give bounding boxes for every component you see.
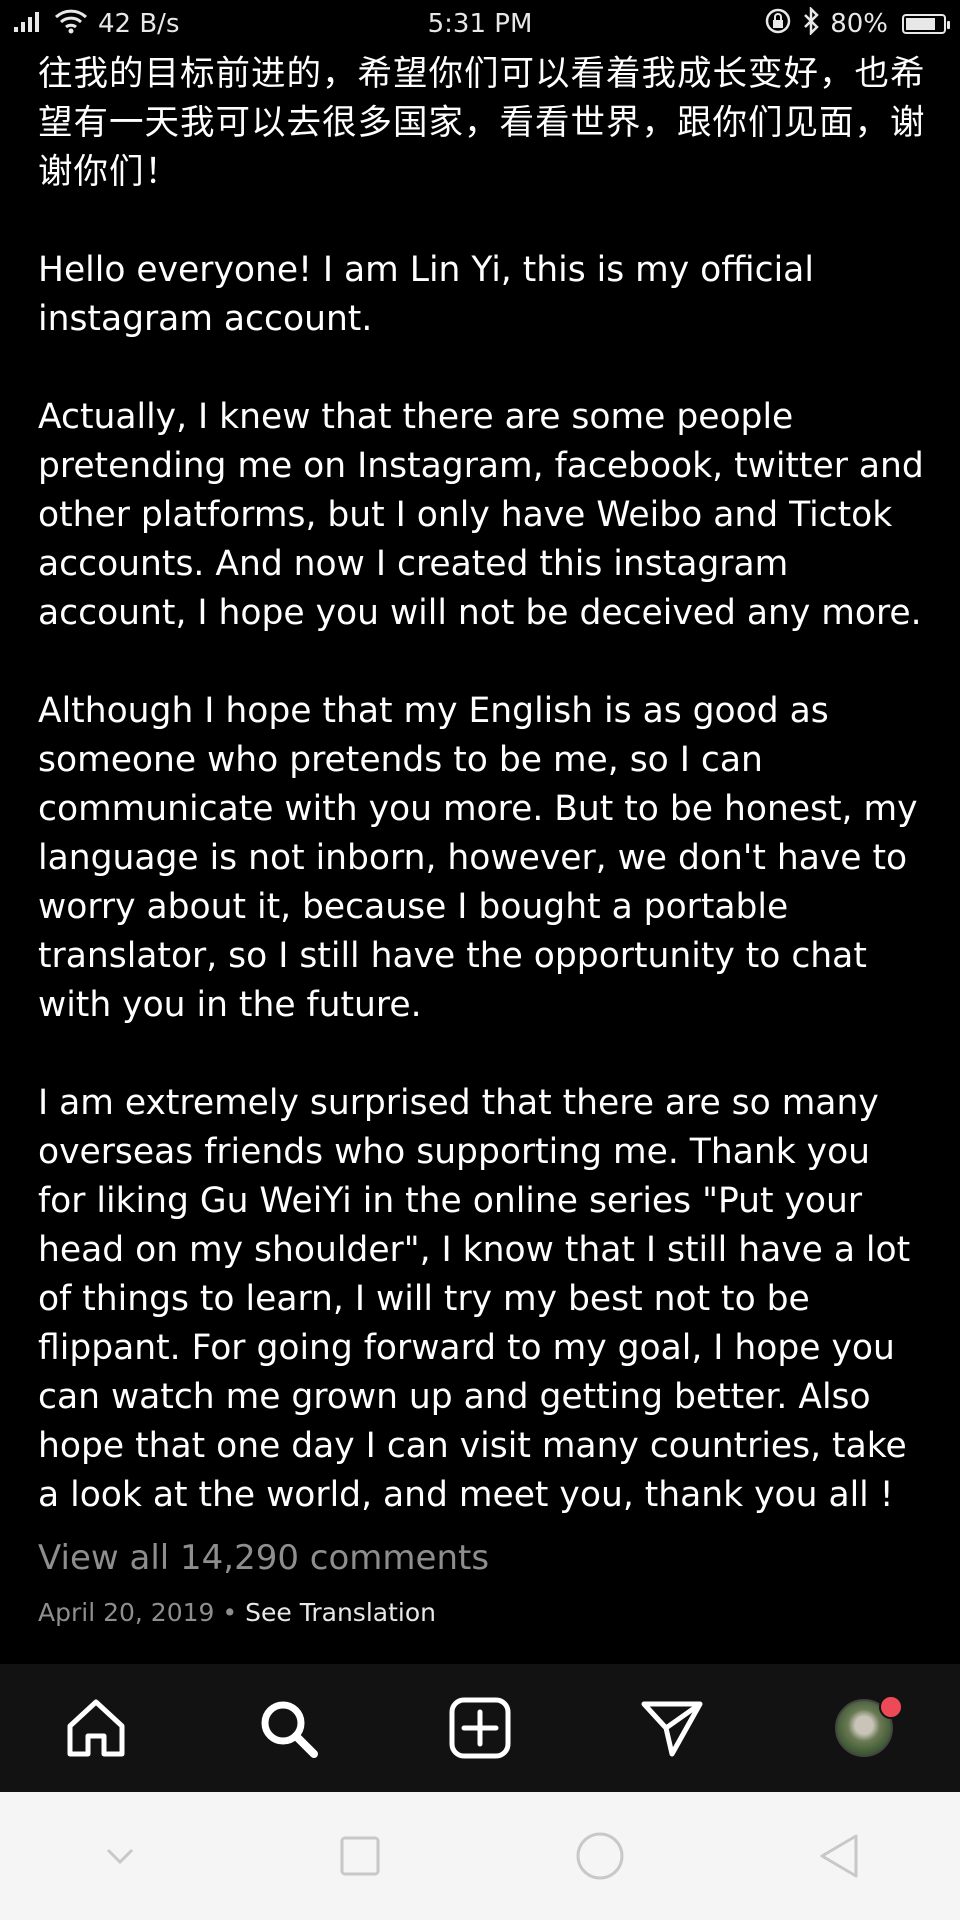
wifi-icon xyxy=(54,8,88,41)
home-circle-icon xyxy=(576,1832,624,1880)
see-translation-link[interactable]: See Translation xyxy=(245,1598,436,1627)
battery-percent: 80% xyxy=(830,9,888,39)
bluetooth-icon xyxy=(802,5,820,42)
post-caption: 往我的目标前进的，希望你们可以看着我成长变好，也希望有一天我可以去很多国家，看看… xyxy=(38,50,928,1520)
system-back-button[interactable] xyxy=(795,1811,885,1901)
battery-icon xyxy=(902,14,950,34)
nav-search-button[interactable] xyxy=(243,1683,333,1773)
nav-new-post-button[interactable] xyxy=(435,1683,525,1773)
nav-profile-button[interactable] xyxy=(819,1683,909,1773)
instagram-post-screen: 42 B/s 5:31 PM 80% 往我的目标前进的，希望你们可以看着我成长变… xyxy=(0,0,960,1920)
nav-home-button[interactable] xyxy=(51,1683,141,1773)
direct-message-icon xyxy=(641,1701,703,1757)
new-post-icon xyxy=(449,1697,511,1759)
search-icon xyxy=(261,1701,318,1758)
battery-level-fill xyxy=(906,18,935,30)
caption-paragraph: Although I hope that my English is as go… xyxy=(38,691,918,1025)
status-bar: 42 B/s 5:31 PM 80% xyxy=(0,0,960,48)
caption-paragraph-chinese: 往我的目标前进的，希望你们可以看着我成长变好，也希望有一天我可以去很多国家，看看… xyxy=(38,54,926,192)
collapse-icon xyxy=(106,1848,134,1865)
view-all-comments-link[interactable]: View all 14,290 comments xyxy=(38,1538,489,1578)
caption-paragraph: Hello everyone! I am Lin Yi, this is my … xyxy=(38,250,814,339)
caption-paragraph: Actually, I knew that there are some peo… xyxy=(38,397,924,633)
system-collapse-button[interactable] xyxy=(75,1811,165,1901)
bottom-navigation-bar xyxy=(0,1664,960,1792)
post-date: April 20, 2019 xyxy=(38,1598,215,1627)
post-meta: April 20, 2019 • See Translation xyxy=(38,1598,436,1627)
recents-icon xyxy=(340,1836,380,1876)
system-navigation-bar xyxy=(0,1792,960,1920)
caption-paragraph: I am extremely surprised that there are … xyxy=(38,1083,911,1515)
meta-separator: • xyxy=(222,1598,238,1627)
nav-direct-message-button[interactable] xyxy=(627,1683,717,1773)
system-home-button[interactable] xyxy=(555,1811,645,1901)
system-recents-button[interactable] xyxy=(315,1811,405,1901)
rotation-lock-icon xyxy=(764,7,792,42)
status-left: 42 B/s xyxy=(14,8,180,41)
back-icon xyxy=(820,1834,858,1878)
home-icon xyxy=(67,1699,125,1757)
network-speed: 42 B/s xyxy=(98,9,180,39)
notification-dot xyxy=(879,1695,903,1719)
signal-icon xyxy=(14,9,44,39)
status-right: 80% xyxy=(764,5,950,42)
